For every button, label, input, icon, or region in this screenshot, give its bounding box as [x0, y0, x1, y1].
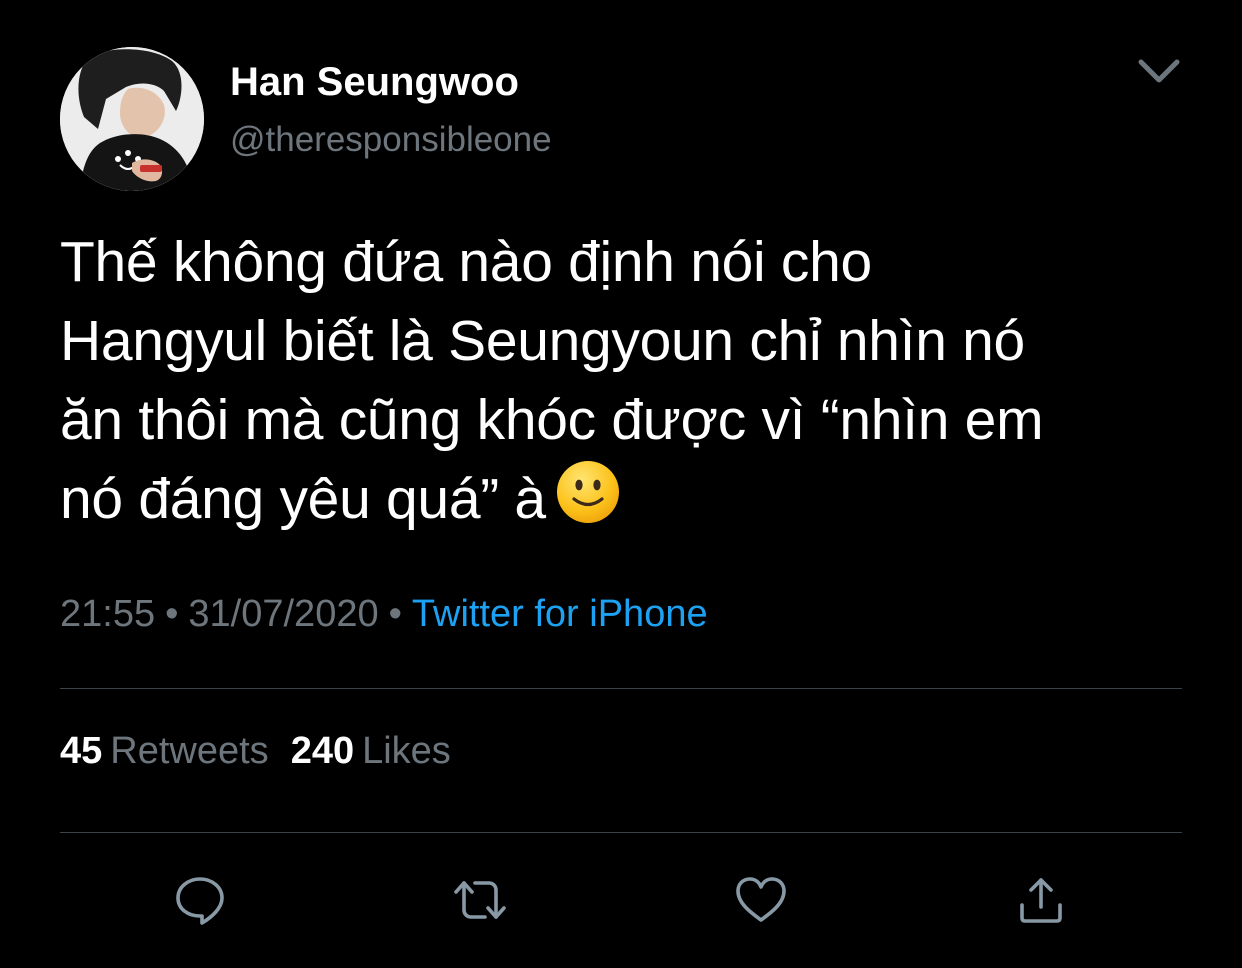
- author-handle[interactable]: @theresponsibleone: [230, 118, 552, 162]
- tweet-time[interactable]: 21:55: [60, 593, 155, 635]
- slightly-smiling-face-emoji: [556, 461, 619, 523]
- meta-separator: •: [388, 593, 402, 635]
- heart-icon: [736, 877, 786, 922]
- author-name[interactable]: Han Seungwoo: [230, 58, 519, 106]
- retweets-label: Retweets: [110, 730, 269, 772]
- reply-button[interactable]: [172, 872, 228, 928]
- meta-separator: •: [165, 593, 179, 635]
- tweet-text-line: Thế không đứa nào định nói cho: [60, 230, 872, 294]
- tweet-stats: 45 Retweets 240 Likes: [60, 728, 451, 774]
- tweet-source-link[interactable]: Twitter for iPhone: [412, 593, 708, 635]
- tweet-text: Thế không đứa nào định nói cho Hangyul b…: [60, 223, 1200, 539]
- avatar-image: [60, 47, 204, 191]
- tweet-meta: 21:55 • 31/07/2020 • Twitter for iPhone: [60, 591, 708, 637]
- reply-icon: [176, 877, 224, 925]
- tweet-text-line-end: nó đáng yêu quá” à: [60, 467, 546, 531]
- likes-count: 240: [290, 730, 355, 772]
- divider: [60, 688, 1182, 689]
- tweet-text-line: ăn thôi mà cũng khóc được vì “nhìn em: [60, 388, 1044, 452]
- divider: [60, 832, 1182, 833]
- chevron-down-icon: [1138, 59, 1180, 83]
- likes-label: Likes: [362, 730, 451, 772]
- tweet-date[interactable]: 31/07/2020: [188, 593, 378, 635]
- avatar[interactable]: [60, 47, 204, 191]
- tweet-text-line: nó đáng yêu quá” à: [60, 460, 1200, 539]
- likes-stat[interactable]: 240 Likes: [291, 730, 451, 772]
- retweet-button[interactable]: [452, 872, 508, 928]
- retweet-icon: [454, 881, 506, 919]
- retweets-stat[interactable]: 45 Retweets: [60, 730, 269, 772]
- retweets-count: 45: [60, 730, 103, 772]
- share-icon: [1020, 878, 1062, 923]
- share-button[interactable]: [1013, 872, 1069, 928]
- more-options-button[interactable]: [1134, 52, 1184, 92]
- tweet-text-line: Hangyul biết là Seungyoun chỉ nhìn nó: [60, 309, 1025, 373]
- like-button[interactable]: [733, 872, 789, 928]
